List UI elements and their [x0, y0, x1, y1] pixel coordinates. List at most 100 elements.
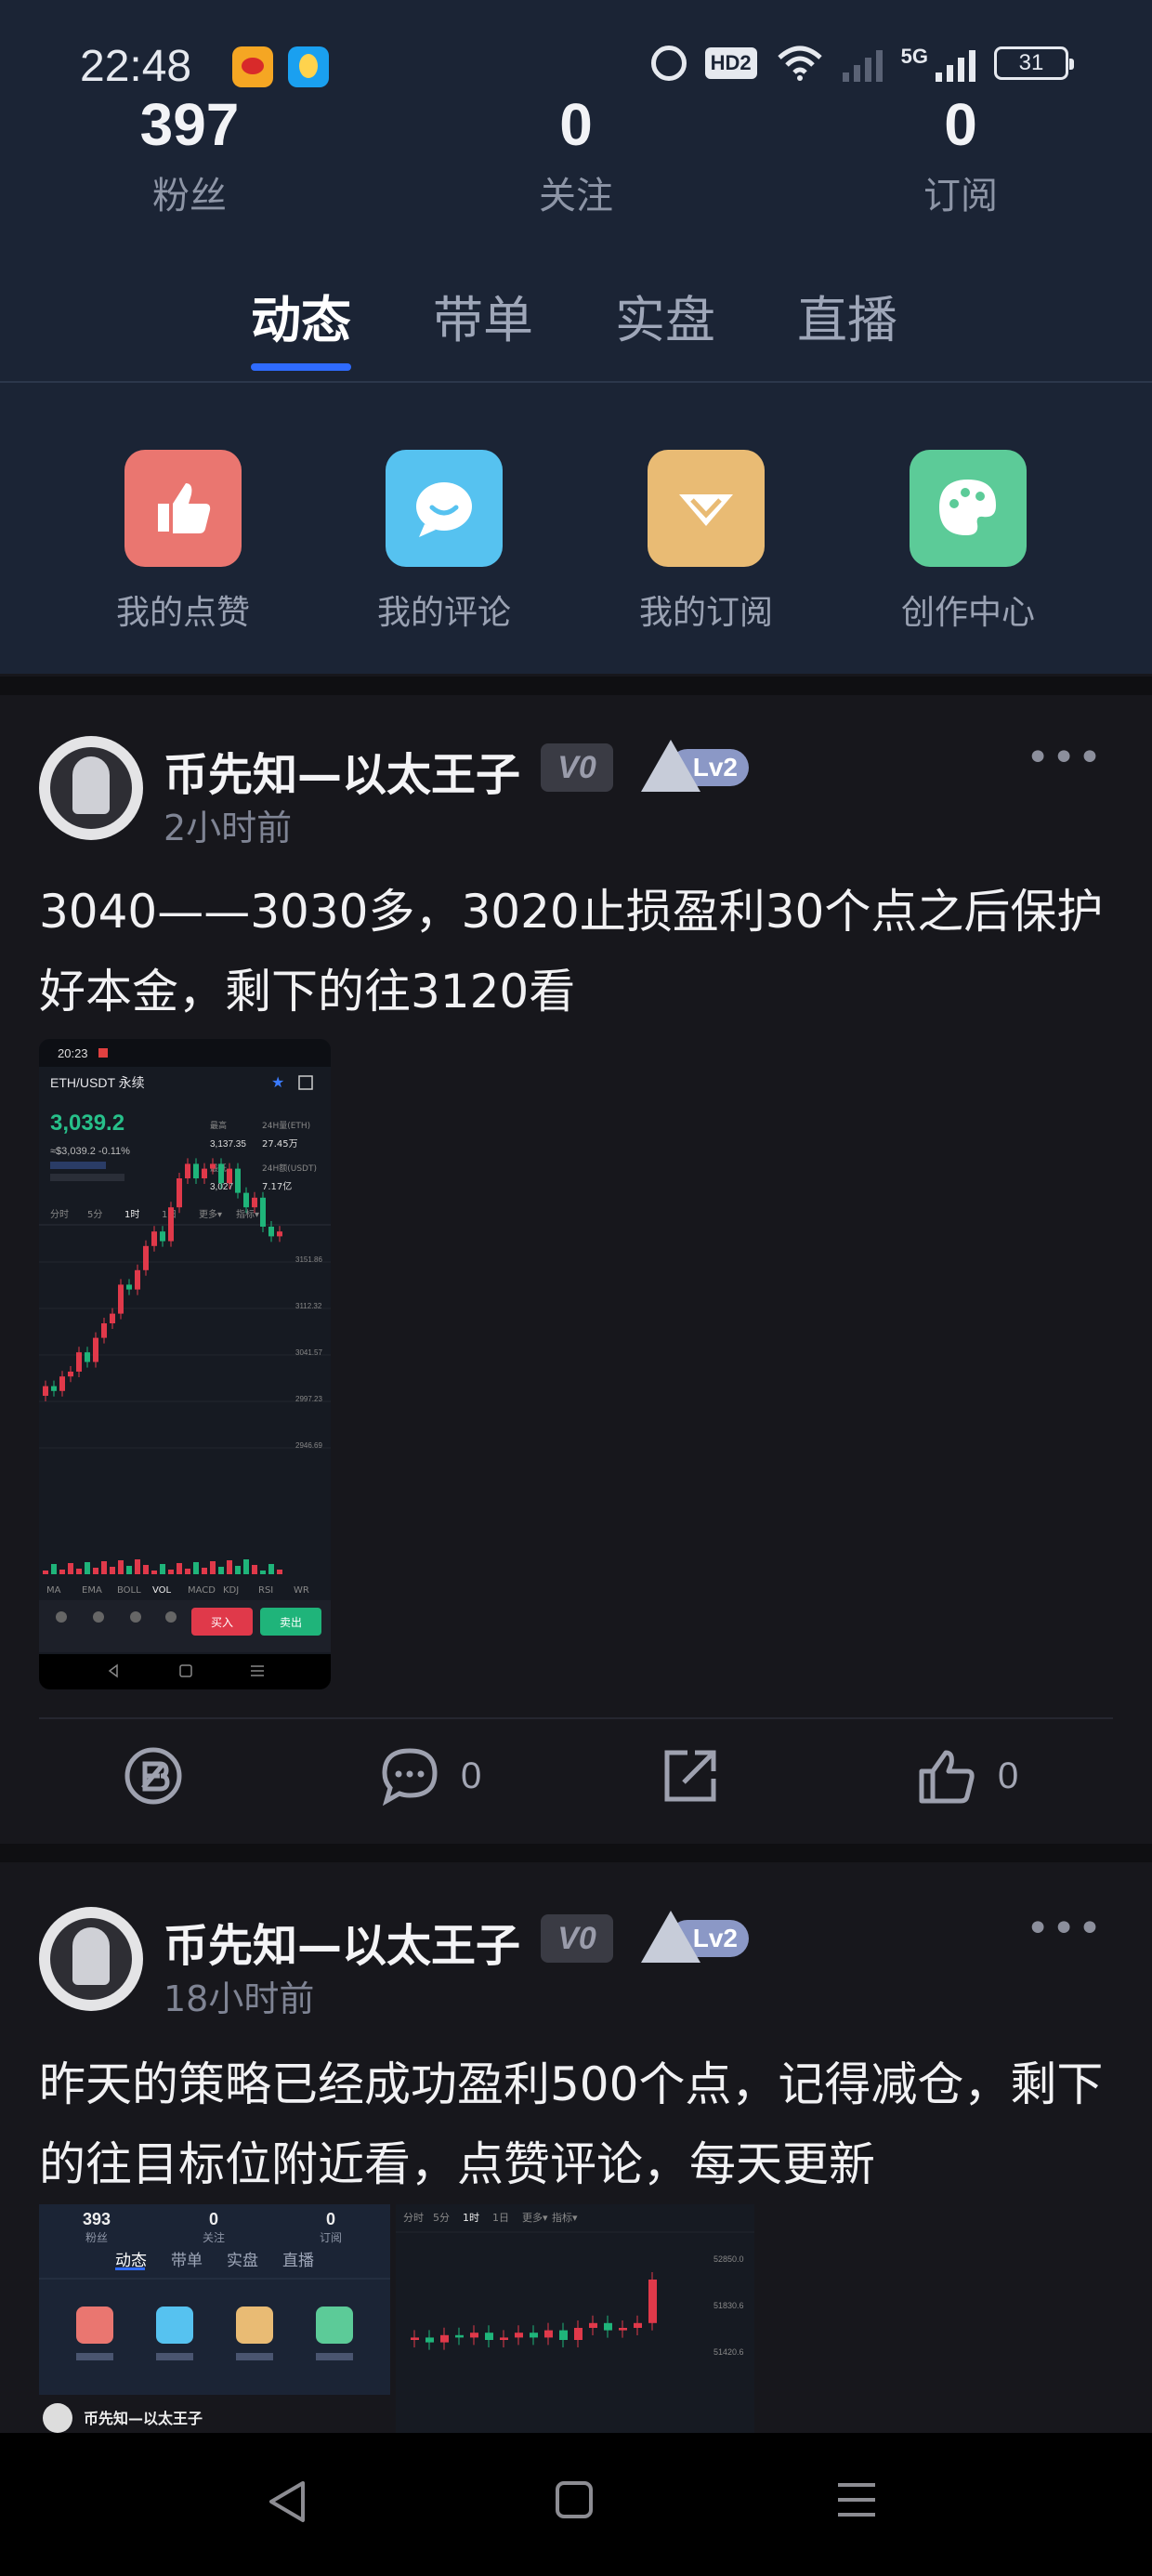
shot-volume-bar [168, 1570, 174, 1574]
weibo-notification-icon [232, 46, 273, 87]
shot-volume-bar [252, 1565, 257, 1574]
post-divider [39, 1717, 1113, 1719]
shot-volume-bar [85, 1562, 90, 1574]
shot-axis-label: 2946.69 [295, 1441, 322, 1450]
shot-volume-bar [93, 1568, 98, 1574]
thumb-candle [440, 2334, 449, 2343]
shot-volume-bar [76, 1569, 82, 1574]
post-card[interactable]: 币先知—以太王子 V0 Lv2 ••• 18小时前 昨天的策略已经成功盈利500… [0, 1862, 1152, 2476]
shot-price: 3,039.2 [50, 1111, 124, 1136]
thumb-candle [411, 2337, 419, 2340]
tab-live-stream[interactable]: 直播 [797, 279, 897, 352]
post-card[interactable]: 币先知—以太王子 V0 Lv2 ••• 2小时前 3040——3030多，302… [0, 695, 1152, 1844]
shot-candle [227, 1168, 232, 1184]
share-button[interactable] [660, 1745, 721, 1807]
thumbs-up-icon [919, 1750, 975, 1804]
thumb-candle [425, 2337, 434, 2343]
coin-icon [124, 1747, 182, 1805]
thumb-stat-value: 0 [326, 2210, 335, 2228]
my-likes-button[interactable]: 我的点赞 [81, 450, 285, 634]
tip-button[interactable] [123, 1745, 184, 1807]
shot-candle [151, 1231, 157, 1246]
menu-icon[interactable] [834, 2479, 879, 2520]
post-image[interactable]: 20:23 ETH/USDT 永续 ★ 3,039.2 ≈$3,039.2 -0… [39, 1039, 331, 1689]
tab-live-trading[interactable]: 实盘 [615, 279, 715, 352]
author-name[interactable]: 币先知—以太王子 [164, 1909, 520, 1974]
more-options-icon[interactable]: ••• [1026, 1905, 1104, 1952]
shot-volume-bar [227, 1560, 232, 1574]
shot-candle [177, 1178, 182, 1208]
shot-candle [202, 1168, 207, 1178]
shot-pair: ETH/USDT 永续 [50, 1075, 145, 1090]
thumb-stat-label: 关注 [203, 2230, 225, 2244]
stat-value: 0 [944, 91, 977, 158]
shot-candle [260, 1197, 266, 1227]
shot-candle [218, 1163, 224, 1184]
section-gap [0, 677, 1152, 695]
shot-candle [160, 1231, 165, 1242]
palette-icon [910, 450, 1027, 567]
post-image-grid[interactable]: 393 粉丝 0 关注 0 订阅 动态 带单 实盘 直播 币先知—以太王子 分时 5分 1时 1日 更多… [39, 2204, 754, 2437]
shot-turnover: 7.17亿 [262, 1180, 292, 1192]
creator-center-button[interactable]: 创作中心 [866, 450, 1070, 634]
shot-candle [235, 1168, 241, 1193]
signal-sim1-icon [842, 45, 883, 82]
shot-candle [76, 1352, 82, 1372]
avatar[interactable] [39, 1907, 143, 2011]
shot-candle [168, 1207, 174, 1242]
shot-volume-bar [135, 1559, 140, 1574]
shot-candle [243, 1192, 249, 1208]
shot-volume-bar [101, 1561, 107, 1574]
wifi-icon [777, 46, 822, 81]
shot-timeframe: 分时 [50, 1209, 69, 1220]
shot-volume-bar [193, 1562, 199, 1574]
tab-copy-trading[interactable]: 带单 [433, 279, 533, 352]
home-icon[interactable] [554, 2479, 595, 2520]
thumb-candle [634, 2322, 642, 2328]
thumb-candle [470, 2333, 478, 2338]
share-icon [664, 1750, 716, 1802]
shot-timeframe: 指标▾ [236, 1208, 259, 1220]
author-name[interactable]: 币先知—以太王子 [164, 738, 520, 803]
shot-volume-bar [218, 1567, 224, 1574]
shot-indicator: KDJ [223, 1585, 239, 1596]
shot-candle [59, 1376, 65, 1391]
stat-value: 0 [559, 91, 593, 158]
avatar[interactable] [39, 736, 143, 840]
shot-axis-label: 3112.32 [295, 1302, 322, 1310]
shot-buy-button: 买入 [211, 1616, 233, 1629]
shot-axis-label: 2997.23 [295, 1395, 322, 1403]
like-button[interactable]: 0 [916, 1745, 1018, 1807]
more-options-icon[interactable]: ••• [1026, 734, 1104, 782]
thumb-candle [648, 2280, 657, 2323]
shot-candle [85, 1352, 90, 1362]
stat-following[interactable]: 0 关注 [455, 89, 697, 219]
post-text: 3040——3030多，3020止损盈利30个点之后保护好本金，剩下的往3120… [39, 885, 1104, 1019]
shortcut-label: 创作中心 [900, 594, 1035, 632]
shot-axis-label: 3041.57 [295, 1348, 322, 1357]
back-icon[interactable] [266, 2479, 308, 2524]
stat-subscriptions[interactable]: 0 订阅 [840, 89, 1081, 219]
comment-button[interactable]: 0 [379, 1745, 481, 1807]
shot-indicator: WR [294, 1585, 309, 1596]
stat-followers[interactable]: 397 粉丝 [69, 89, 310, 219]
tab-posts[interactable]: 动态 [251, 279, 351, 371]
my-subscriptions-button[interactable]: 我的订阅 [604, 450, 808, 634]
shortcut-label: 我的评论 [376, 594, 511, 632]
post-time: 2小时前 [164, 808, 293, 848]
shot-indicator: MA [46, 1585, 61, 1596]
content-tabs: 动态 带单 实盘 直播 [0, 279, 1152, 371]
qq-notification-icon [288, 46, 329, 87]
thumb-candle [455, 2334, 464, 2338]
shot-candle [118, 1284, 124, 1314]
level-icon [641, 740, 700, 792]
shot-candle [277, 1231, 282, 1237]
thumb-stat-label: 粉丝 [85, 2231, 108, 2244]
shot-volume-bar [235, 1566, 241, 1574]
shot-volume-bar [160, 1564, 165, 1574]
thumb-candle [619, 2328, 627, 2331]
thumb-timeframe: 指标▾ [552, 2211, 578, 2224]
my-comments-button[interactable]: 我的评论 [342, 450, 546, 634]
tab-divider [0, 381, 1152, 383]
thumb-candle [515, 2333, 523, 2338]
